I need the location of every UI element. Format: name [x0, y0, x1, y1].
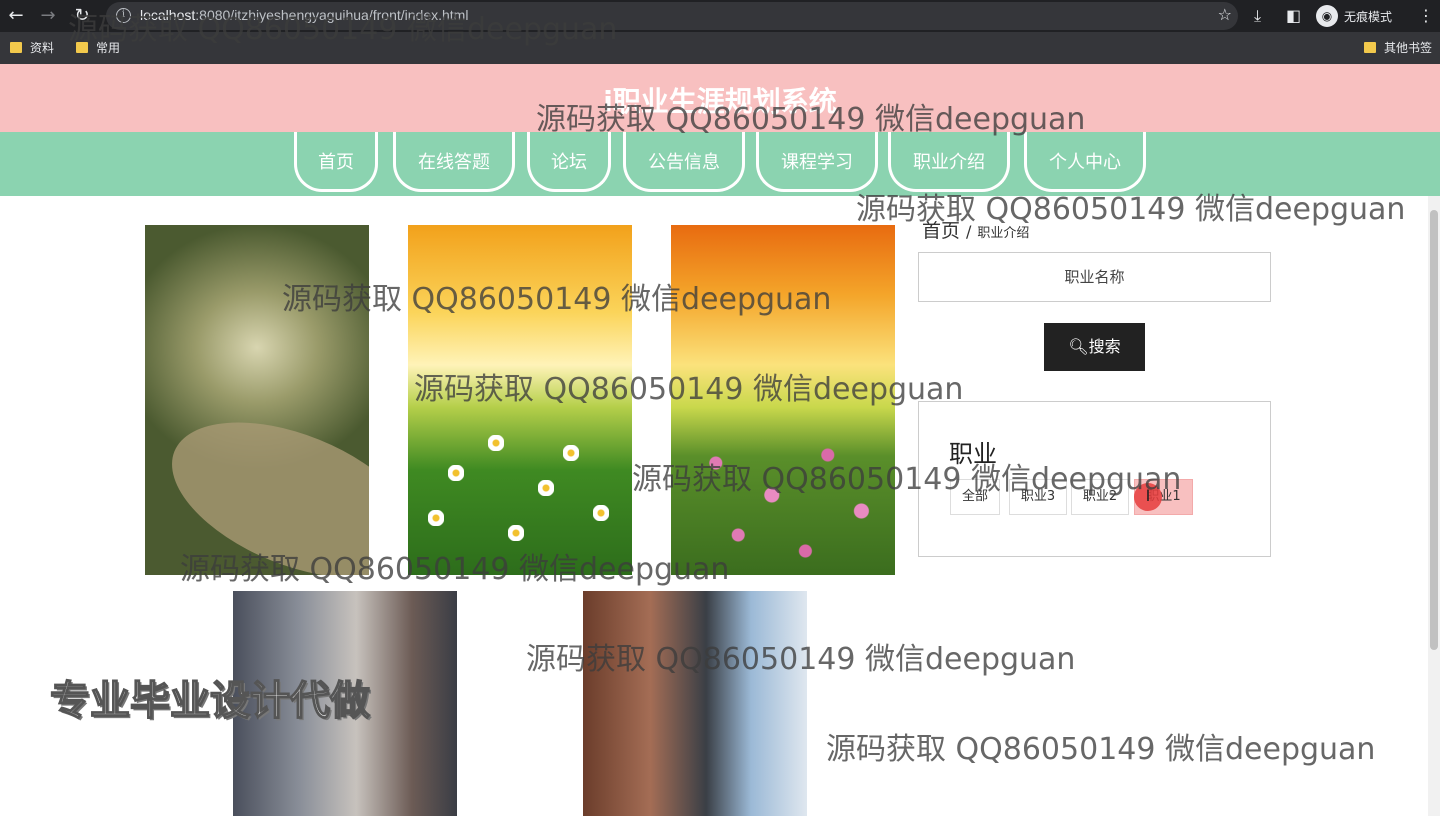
nav-announcements[interactable]: 公告信息	[623, 132, 745, 192]
watermark-text: 源码获取 QQ86050149 微信deepguan	[536, 102, 1086, 137]
watermark-text: 源码获取 QQ86050149 微信deepguan	[632, 462, 1182, 497]
promo-text: 专业毕业设计代做	[49, 677, 371, 725]
career-name-input[interactable]	[918, 252, 1271, 302]
forward-arrow-icon[interactable]: →	[36, 4, 60, 28]
nav-home[interactable]: 首页	[294, 132, 378, 192]
page-scrollbar[interactable]	[1428, 196, 1440, 816]
nav-personal-center[interactable]: 个人中心	[1024, 132, 1146, 192]
scroll-thumb[interactable]	[1430, 210, 1438, 650]
bookmark-ziliao[interactable]: 资料	[10, 39, 54, 56]
watermark-text: 源码获取 QQ86050149 微信deepguan	[282, 282, 832, 317]
nav-forum[interactable]: 论坛	[527, 132, 611, 192]
nav-online-quiz[interactable]: 在线答题	[393, 132, 515, 192]
download-icon[interactable]: ⤓	[1254, 4, 1261, 28]
watermark-text: 源码获取 QQ86050149 微信deepguan	[526, 642, 1076, 677]
incognito-indicator[interactable]: ◉ 无痕模式	[1316, 4, 1392, 28]
career-image-laptop-user[interactable]	[583, 591, 807, 816]
back-arrow-icon[interactable]: ←	[4, 4, 28, 28]
search-icon: 🔍︎	[1068, 337, 1089, 356]
menu-dots-icon[interactable]: ⋮	[1418, 4, 1434, 28]
watermark-text: 源码获取 QQ86050149 微信deepguan	[68, 12, 618, 47]
watermark-text: 源码获取 QQ86050149 微信deepguan	[180, 552, 730, 587]
folder-icon	[1364, 42, 1376, 53]
nav-career-intro[interactable]: 职业介绍	[888, 132, 1010, 192]
search-button[interactable]: 🔍︎搜索	[1044, 323, 1145, 371]
watermark-text: 源码获取 QQ86050149 微信deepguan	[856, 192, 1406, 227]
incognito-icon: ◉	[1316, 5, 1338, 27]
folder-icon	[10, 42, 22, 53]
watermark-text: 源码获取 QQ86050149 微信deepguan	[414, 372, 964, 407]
bookmark-other[interactable]: 其他书签	[1364, 39, 1432, 56]
bookmark-star-icon[interactable]: ☆	[1218, 5, 1232, 24]
side-panel-icon[interactable]: ◧	[1286, 4, 1301, 28]
nav-courses[interactable]: 课程学习	[756, 132, 878, 192]
watermark-text: 源码获取 QQ86050149 微信deepguan	[826, 732, 1376, 767]
